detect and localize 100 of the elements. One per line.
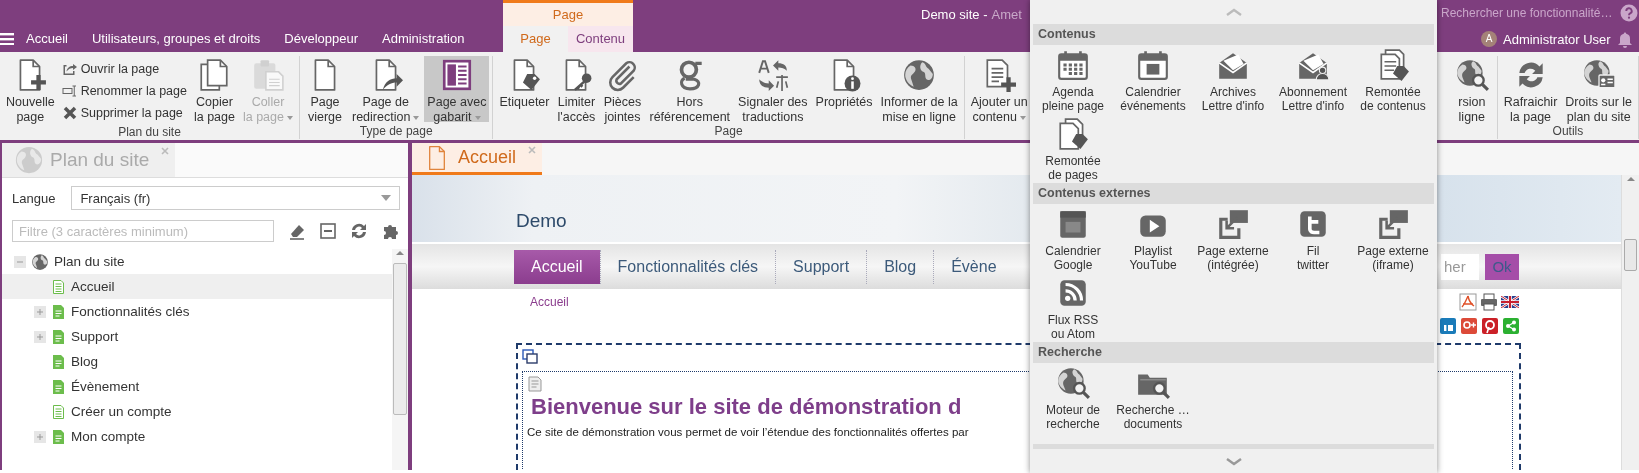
insert-item[interactable]: Page externe (iframe) bbox=[1353, 204, 1433, 273]
nav-item[interactable]: Fonctionnalités clés bbox=[599, 249, 776, 284]
insert-item[interactable]: Abonnement Lettre d'info bbox=[1273, 45, 1353, 114]
refresh-icon bbox=[350, 222, 368, 240]
ribbon-button[interactable]: Hors référencement bbox=[646, 56, 734, 122]
tree-item[interactable]: Fonctionnalités clés bbox=[2, 299, 392, 324]
chevron-down-icon bbox=[1225, 456, 1242, 466]
ribbon-button[interactable]: Ajouter un contenu bbox=[967, 56, 1031, 122]
tree-item[interactable]: Mon compte bbox=[2, 424, 392, 449]
documents-tag-icon bbox=[1056, 117, 1090, 151]
insert-item[interactable]: Flux RSS ou Atom bbox=[1033, 273, 1113, 342]
menu-tab[interactable]: Utilisateurs, groupes et droits bbox=[79, 26, 273, 52]
insert-item[interactable]: Archives Lettre d'info bbox=[1193, 45, 1273, 114]
insert-item[interactable]: Fil twitter bbox=[1273, 204, 1353, 273]
scrollbar[interactable] bbox=[392, 249, 408, 470]
ribbon-button[interactable]: Page de redirection bbox=[349, 56, 423, 122]
pdf-icon bbox=[1459, 293, 1477, 311]
site-search-field[interactable]: her bbox=[1441, 253, 1479, 280]
ribbon-button[interactable]: Page avec gabarit bbox=[424, 56, 490, 122]
language-select[interactable]: Français (fr) bbox=[71, 186, 400, 210]
ribbon-button[interactable]: Ouvrir la page bbox=[59, 58, 189, 80]
user-name[interactable]: Administrator User bbox=[1503, 31, 1611, 47]
insert-item[interactable]: Moteur de recherche bbox=[1033, 363, 1113, 432]
ribbon-button[interactable]: Pièces jointes bbox=[600, 56, 645, 122]
menu-tab[interactable]: Développeur bbox=[272, 26, 370, 52]
tree-item[interactable]: Blog bbox=[2, 349, 392, 374]
ribbon-button[interactable]: Supprimer la page bbox=[59, 102, 189, 124]
calendar-icon bbox=[1136, 48, 1170, 82]
nav-item[interactable]: Blog bbox=[866, 249, 934, 284]
section-header: Contenus bbox=[1033, 24, 1434, 45]
menu-tab[interactable]: Administration bbox=[370, 26, 477, 52]
collapse-all-icon bbox=[320, 223, 336, 239]
page-heading: Bienvenue sur le site de démonstration d bbox=[531, 394, 962, 420]
tree-item[interactable]: Créer un compte bbox=[2, 399, 392, 424]
page-icon bbox=[51, 328, 66, 345]
ribbon-button[interactable]: Page vierge bbox=[303, 56, 347, 122]
tree-root[interactable]: Plan du site bbox=[2, 249, 392, 274]
tree-item[interactable]: Évènement bbox=[2, 374, 392, 399]
scrollbar-thumb[interactable] bbox=[393, 263, 407, 415]
section-header: Contenus externes bbox=[1033, 183, 1434, 204]
tree-item[interactable]: Accueil bbox=[2, 274, 392, 299]
windows-icon bbox=[522, 349, 538, 365]
section-header: Recherche bbox=[1033, 342, 1434, 363]
bell-icon bbox=[1616, 30, 1633, 48]
ribbon-button[interactable]: Signaler des traductions bbox=[735, 56, 811, 122]
puzzle-icon bbox=[382, 222, 400, 240]
insert-item[interactable]: Calendrier Google bbox=[1033, 204, 1113, 273]
insert-item[interactable]: Remontée de contenus bbox=[1353, 45, 1433, 114]
insert-item[interactable]: Playlist YouTube bbox=[1113, 204, 1193, 273]
pin-badge-icon bbox=[1482, 318, 1498, 334]
ribbon-button[interactable]: Limiter l'accès bbox=[554, 56, 599, 122]
group-label: Page bbox=[713, 123, 744, 139]
eraser-icon bbox=[288, 222, 306, 240]
globe-icon bbox=[902, 58, 937, 92]
globe-magnifier-icon bbox=[1454, 58, 1489, 92]
page-icon bbox=[51, 428, 66, 445]
external-window-icon bbox=[1216, 207, 1250, 241]
scrollbar[interactable] bbox=[1621, 175, 1639, 470]
x-mark-icon bbox=[61, 105, 78, 121]
flag-icon bbox=[1501, 296, 1519, 308]
insert-item[interactable]: Calendrier événements bbox=[1113, 45, 1193, 114]
ribbon-button[interactable]: Propriétés bbox=[812, 56, 876, 122]
share-arrow-icon bbox=[61, 61, 78, 77]
share-icon bbox=[1503, 318, 1519, 334]
ribbon-button[interactable]: Nouvelle page bbox=[3, 56, 58, 122]
ribbon-button[interactable]: Renommer la page bbox=[59, 80, 189, 102]
note-icon bbox=[527, 376, 543, 392]
ribbon-button[interactable]: Etiqueter bbox=[496, 56, 553, 122]
ribbon-button[interactable]: rsion ligne bbox=[1449, 56, 1494, 122]
ribbon-button[interactable]: Informer de la mise en ligne bbox=[877, 56, 961, 122]
plus-badge-icon bbox=[1461, 318, 1477, 334]
page-icon bbox=[51, 303, 66, 320]
up-arrow-icon bbox=[1625, 175, 1636, 183]
nav-item[interactable]: Évène bbox=[933, 249, 1014, 284]
globe-icon bbox=[14, 145, 44, 175]
menu-tab[interactable]: Accueil bbox=[14, 26, 80, 52]
banner-subtitle: Demo bbox=[516, 210, 567, 232]
nav-item[interactable]: Support bbox=[775, 249, 867, 284]
ribbon-button[interactable]: Rafraichir la page bbox=[1500, 56, 1561, 122]
ribbon-button[interactable]: Copier la page bbox=[190, 56, 238, 122]
ribbon-tab[interactable]: Contenu bbox=[568, 26, 633, 52]
breadcrumb-link[interactable]: Accueil bbox=[530, 295, 569, 309]
globe-magnifier-icon bbox=[1056, 366, 1090, 400]
external-window-icon bbox=[1376, 207, 1410, 241]
filter-field[interactable]: Filtre (3 caractères minimum) bbox=[12, 220, 274, 242]
insert-item[interactable]: Remontée de pages bbox=[1033, 114, 1113, 183]
tab-group-label: Page bbox=[503, 0, 633, 26]
insert-item[interactable]: Recherche … documents bbox=[1113, 363, 1193, 432]
chevron-up-icon bbox=[1225, 7, 1242, 17]
tree-item[interactable]: Support bbox=[2, 324, 392, 349]
group-label: Plan du site bbox=[117, 124, 182, 140]
insert-item[interactable]: Page externe (intégrée) bbox=[1193, 204, 1273, 273]
menu-icon bbox=[0, 33, 14, 45]
nav-item[interactable]: Accueil bbox=[514, 249, 600, 284]
scrollbar-thumb[interactable] bbox=[1624, 239, 1637, 271]
site-title: Demo site - bbox=[921, 7, 988, 22]
insert-item[interactable]: Agenda pleine page bbox=[1033, 45, 1113, 114]
globe-icon bbox=[31, 252, 49, 271]
square-icon bbox=[1440, 318, 1456, 334]
ribbon-button[interactable]: Droits sur le plan du site bbox=[1562, 56, 1635, 122]
